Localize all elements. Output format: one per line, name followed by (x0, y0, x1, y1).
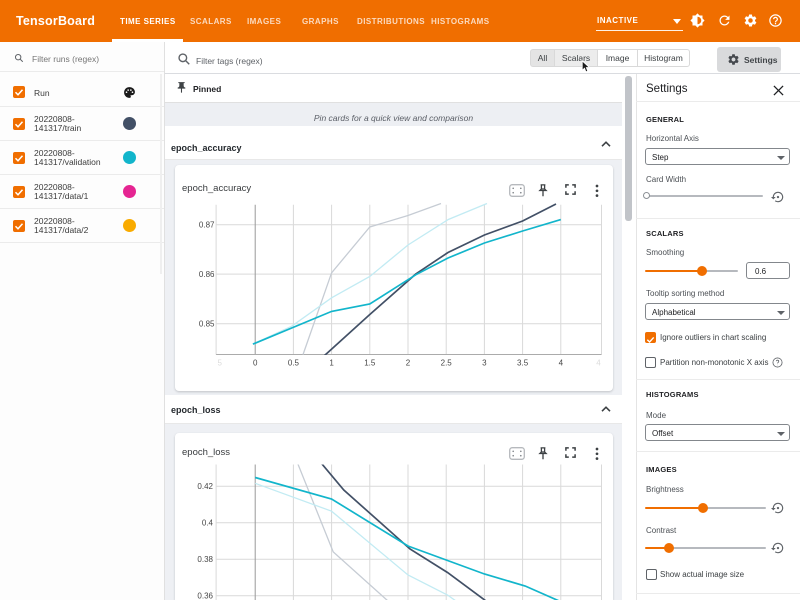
svg-text:0.85: 0.85 (199, 320, 215, 329)
svg-text:0.4: 0.4 (202, 519, 214, 528)
svg-text:0: 0 (253, 359, 258, 368)
svg-text:4: 4 (596, 359, 601, 368)
svg-text:0.5: 0.5 (288, 359, 300, 368)
svg-text:0.86: 0.86 (199, 270, 215, 279)
svg-text:1: 1 (329, 359, 334, 368)
svg-text:2.5: 2.5 (441, 359, 453, 368)
svg-text:5: 5 (217, 359, 222, 368)
svg-text:4: 4 (559, 359, 564, 368)
svg-text:0.87: 0.87 (199, 221, 215, 230)
svg-text:3.5: 3.5 (517, 359, 529, 368)
svg-text:0.42: 0.42 (197, 482, 213, 491)
svg-text:3: 3 (482, 359, 487, 368)
svg-text:2: 2 (406, 359, 411, 368)
svg-text:0.36: 0.36 (197, 592, 213, 600)
svg-text:0.38: 0.38 (197, 555, 213, 564)
svg-text:1.5: 1.5 (364, 359, 376, 368)
